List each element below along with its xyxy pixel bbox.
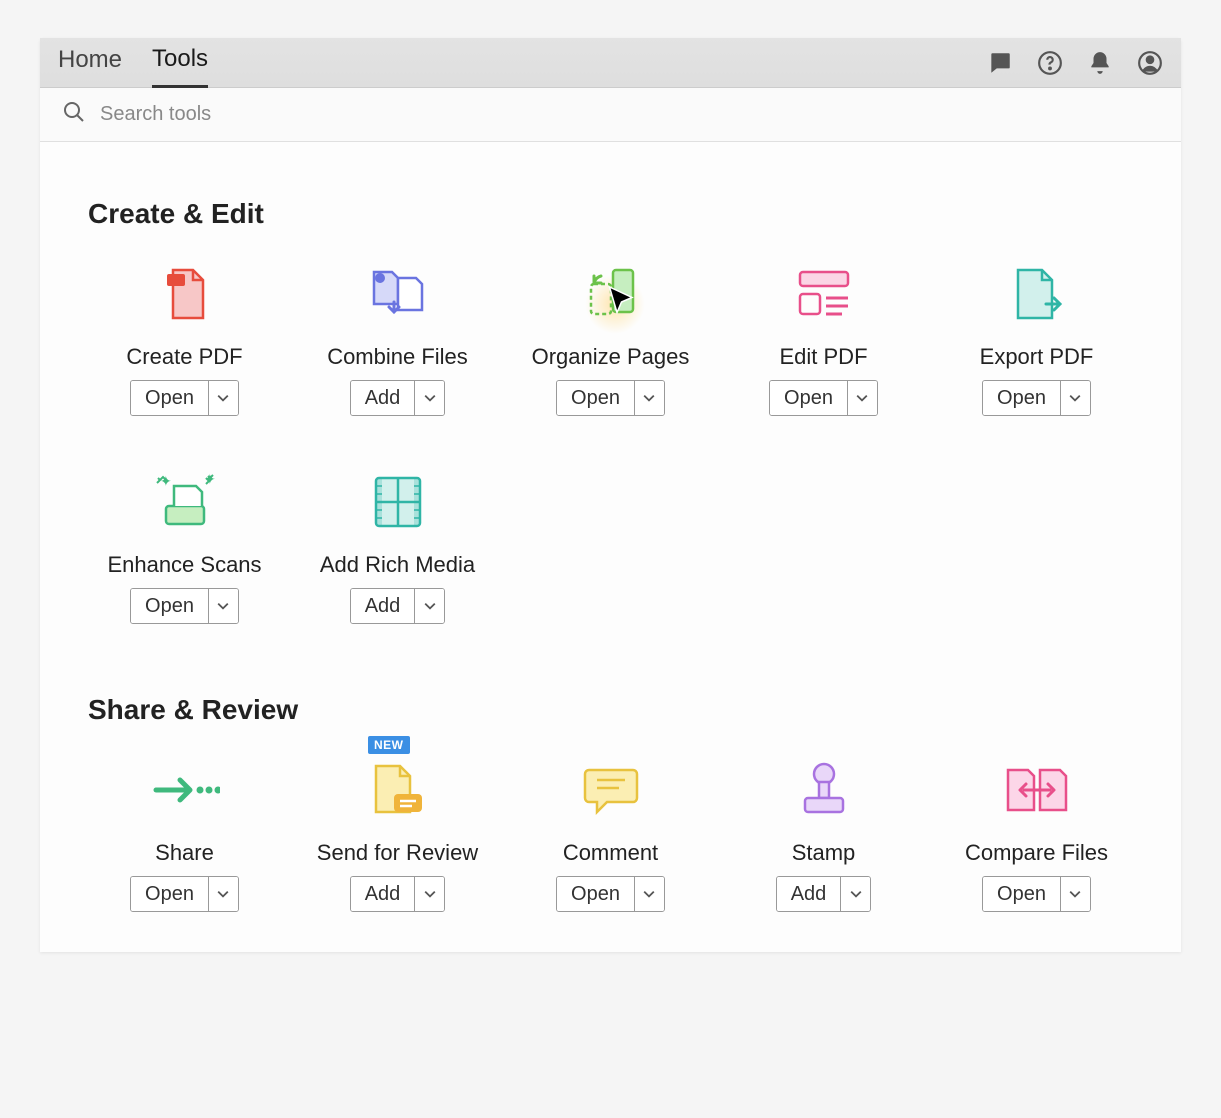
tools-window: Home Tools Create & Edit: [40, 38, 1181, 952]
tool-label: Export PDF: [980, 344, 1094, 370]
open-button[interactable]: Open: [131, 381, 208, 415]
nav-tabs: Home Tools: [58, 38, 208, 87]
tool-label: Send for Review: [317, 840, 478, 866]
search-input[interactable]: [100, 103, 500, 126]
tool-combine-files[interactable]: Combine Files Add: [301, 254, 494, 416]
open-button[interactable]: Open: [557, 381, 634, 415]
tool-label: Share: [155, 840, 214, 866]
tool-label: Edit PDF: [779, 344, 867, 370]
dropdown-button[interactable]: [1060, 381, 1090, 415]
svg-text:✦: ✦: [160, 473, 172, 489]
help-icon[interactable]: [1037, 50, 1063, 76]
tool-label: Comment: [563, 840, 658, 866]
dropdown-button[interactable]: [414, 589, 444, 623]
dropdown-button[interactable]: [208, 589, 238, 623]
add-button[interactable]: Add: [351, 381, 415, 415]
tool-comment[interactable]: Comment Open: [514, 750, 707, 912]
tool-label: Combine Files: [327, 344, 468, 370]
add-button[interactable]: Add: [777, 877, 841, 911]
dropdown-button[interactable]: [414, 381, 444, 415]
enhance-scans-icon: ✦✦: [145, 462, 225, 542]
combine-files-icon: [358, 254, 438, 334]
open-button[interactable]: Open: [131, 877, 208, 911]
tool-organize-pages[interactable]: Organize Pages Open: [514, 254, 707, 416]
tool-label: Add Rich Media: [320, 552, 475, 578]
tool-label: Compare Files: [965, 840, 1108, 866]
add-button[interactable]: Add: [351, 589, 415, 623]
tool-compare-files[interactable]: Compare Files Open: [940, 750, 1133, 912]
create-pdf-icon: [145, 254, 225, 334]
tool-label: Create PDF: [126, 344, 242, 370]
tool-add-rich-media[interactable]: Add Rich Media Add: [301, 462, 494, 624]
tab-home[interactable]: Home: [58, 38, 122, 87]
add-button[interactable]: Add: [351, 877, 415, 911]
edit-pdf-icon: [784, 254, 864, 334]
dropdown-button[interactable]: [208, 381, 238, 415]
open-button[interactable]: Open: [131, 589, 208, 623]
create-edit-grid: Create PDF Open Combine Files Add: [88, 254, 1133, 624]
chat-icon[interactable]: [987, 50, 1013, 76]
dropdown-button[interactable]: [634, 381, 664, 415]
export-pdf-icon: [997, 254, 1077, 334]
dropdown-button[interactable]: [1060, 877, 1090, 911]
stamp-icon: [784, 750, 864, 830]
tool-share[interactable]: Share Open: [88, 750, 281, 912]
search-bar: [40, 88, 1181, 142]
dropdown-button[interactable]: [634, 877, 664, 911]
topbar-right-icons: [987, 50, 1163, 76]
tool-enhance-scans[interactable]: ✦✦ Enhance Scans Open: [88, 462, 281, 624]
dropdown-button[interactable]: [414, 877, 444, 911]
tool-export-pdf[interactable]: Export PDF Open: [940, 254, 1133, 416]
tool-send-for-review[interactable]: NEW Send for Review Add: [301, 750, 494, 912]
dropdown-button[interactable]: [208, 877, 238, 911]
tool-create-pdf[interactable]: Create PDF Open: [88, 254, 281, 416]
bell-icon[interactable]: [1087, 50, 1113, 76]
tool-label: Stamp: [792, 840, 856, 866]
send-for-review-icon: NEW: [358, 750, 438, 830]
section-title-share-review: Share & Review: [88, 694, 1133, 726]
open-button[interactable]: Open: [983, 877, 1060, 911]
profile-icon[interactable]: [1137, 50, 1163, 76]
dropdown-button[interactable]: [840, 877, 870, 911]
tool-stamp[interactable]: Stamp Add: [727, 750, 920, 912]
open-button[interactable]: Open: [557, 877, 634, 911]
dropdown-button[interactable]: [847, 381, 877, 415]
rich-media-icon: [358, 462, 438, 542]
top-bar: Home Tools: [40, 38, 1181, 88]
comment-icon: [571, 750, 651, 830]
tool-label: Organize Pages: [532, 344, 690, 370]
compare-files-icon: [997, 750, 1077, 830]
share-icon: [145, 750, 225, 830]
open-button[interactable]: Open: [770, 381, 847, 415]
tab-tools[interactable]: Tools: [152, 39, 208, 88]
tool-label: Enhance Scans: [107, 552, 261, 578]
section-title-create-edit: Create & Edit: [88, 198, 1133, 230]
tool-edit-pdf[interactable]: Edit PDF Open: [727, 254, 920, 416]
svg-text:✦: ✦: [204, 472, 216, 487]
new-badge: NEW: [368, 736, 410, 754]
share-review-grid: Share Open NEW Send for Review Add: [88, 750, 1133, 912]
organize-pages-icon: [571, 254, 651, 334]
content-area: Create & Edit Create PDF Open Combine Fi…: [40, 142, 1181, 952]
search-icon: [62, 100, 86, 129]
open-button[interactable]: Open: [983, 381, 1060, 415]
